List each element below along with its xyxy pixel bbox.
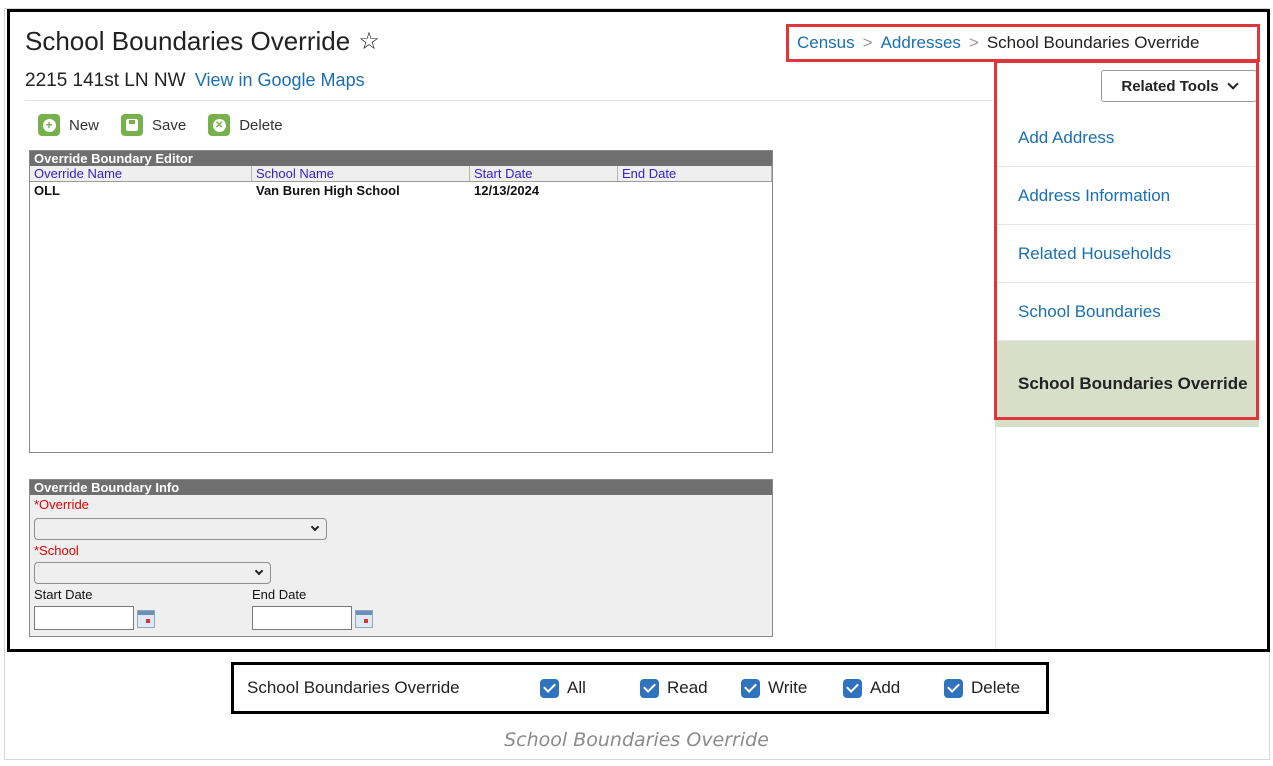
related-tool-school-boundaries-override[interactable]: School Boundaries Override: [996, 341, 1259, 427]
cell-end-date: [618, 182, 772, 200]
google-maps-link[interactable]: View in Google Maps: [195, 70, 365, 90]
related-tools-menu: Add Address Address Information Related …: [996, 109, 1259, 427]
checkbox-checked-icon: [843, 678, 862, 698]
related-tool-add-address[interactable]: Add Address: [996, 109, 1259, 167]
column-header-start-date[interactable]: Start Date: [470, 166, 618, 181]
breadcrumb-addresses[interactable]: Addresses: [881, 33, 961, 53]
screenshot-frame: School Boundaries Override ☆ 2215 141st …: [7, 9, 1270, 652]
column-header-override-name[interactable]: Override Name: [30, 166, 252, 181]
tool-rights-row: School Boundaries Override All Read Writ…: [231, 662, 1049, 714]
page-title: School Boundaries Override ☆: [25, 26, 380, 57]
cell-school-name: Van Buren High School: [256, 183, 400, 198]
breadcrumb-census[interactable]: Census: [797, 33, 855, 53]
delete-button-label: Delete: [239, 116, 283, 134]
related-tool-related-households[interactable]: Related Households: [996, 225, 1259, 283]
page-title-text: School Boundaries Override: [25, 26, 351, 56]
checkbox-checked-icon: [944, 678, 963, 698]
breadcrumb: Census > Addresses > School Boundaries O…: [786, 24, 1260, 62]
cell-override-name: OLL: [34, 183, 60, 198]
school-label: *School: [34, 543, 79, 558]
calendar-icon[interactable]: [355, 610, 373, 628]
add-icon: +: [38, 114, 60, 136]
checkbox-checked-icon: [640, 678, 659, 698]
star-icon[interactable]: ☆: [358, 29, 380, 54]
related-tools-button[interactable]: Related Tools: [1101, 70, 1257, 102]
editor-column-headers: Override Name School Name Start Date End…: [30, 166, 772, 182]
override-boundary-info: Override Boundary Info *Override *School…: [29, 479, 773, 637]
address-line: 2215 141st LN NW View in Google Maps: [25, 70, 365, 92]
end-date-label: End Date: [252, 587, 307, 602]
permission-add-label: Add: [870, 678, 901, 697]
new-button[interactable]: + New: [38, 114, 99, 136]
chevron-down-icon: [1226, 78, 1239, 90]
toolbar: + New Save ✕ Delete: [38, 114, 305, 136]
column-header-end-date[interactable]: End Date: [618, 166, 772, 181]
permission-read[interactable]: Read: [640, 678, 741, 698]
override-select[interactable]: [34, 518, 327, 540]
editor-title: Override Boundary Editor: [30, 151, 772, 166]
permission-write-label: Write: [768, 678, 808, 697]
school-select[interactable]: [34, 562, 271, 584]
cell-start-date: 12/13/2024: [474, 183, 540, 198]
tool-rights-name: School Boundaries Override: [247, 678, 460, 697]
override-boundary-editor: Override Boundary Editor Override Name S…: [29, 150, 773, 453]
start-date-label: Start Date: [34, 587, 93, 602]
related-tools-label: Related Tools: [1121, 77, 1219, 95]
permission-read-label: Read: [667, 678, 708, 697]
checkbox-checked-icon: [741, 678, 760, 698]
info-title: Override Boundary Info: [30, 480, 772, 495]
table-row[interactable]: OLL Van Buren High School 12/13/2024: [30, 182, 772, 200]
start-date-input[interactable]: [34, 606, 134, 630]
end-date-input[interactable]: [252, 606, 352, 630]
new-button-label: New: [69, 116, 100, 134]
override-label: *Override: [34, 497, 89, 512]
save-icon: [121, 114, 144, 136]
header-divider: [25, 100, 993, 101]
related-tool-school-boundaries[interactable]: School Boundaries: [996, 283, 1259, 341]
related-tool-address-information[interactable]: Address Information: [996, 167, 1259, 225]
breadcrumb-current: School Boundaries Override: [986, 33, 1200, 52]
permission-all[interactable]: All: [540, 678, 640, 698]
figure-caption: School Boundaries Override: [504, 729, 769, 751]
permission-add[interactable]: Add: [843, 678, 944, 698]
permission-all-label: All: [567, 678, 586, 697]
breadcrumb-separator-icon: >: [968, 33, 979, 52]
breadcrumb-separator-icon: >: [862, 33, 873, 52]
delete-icon: ✕: [208, 114, 231, 136]
chevron-down-icon: [254, 566, 264, 576]
permission-write[interactable]: Write: [741, 678, 843, 698]
column-header-school-name[interactable]: School Name: [252, 166, 470, 181]
checkbox-checked-icon: [540, 678, 559, 698]
save-button[interactable]: Save: [121, 114, 186, 136]
permission-delete[interactable]: Delete: [944, 678, 1020, 698]
save-button-label: Save: [152, 116, 187, 134]
permission-delete-label: Delete: [971, 678, 1021, 697]
chevron-down-icon: [310, 522, 320, 532]
calendar-icon[interactable]: [137, 610, 155, 628]
address-text: 2215 141st LN NW: [25, 70, 186, 91]
delete-button[interactable]: ✕ Delete: [208, 114, 283, 136]
